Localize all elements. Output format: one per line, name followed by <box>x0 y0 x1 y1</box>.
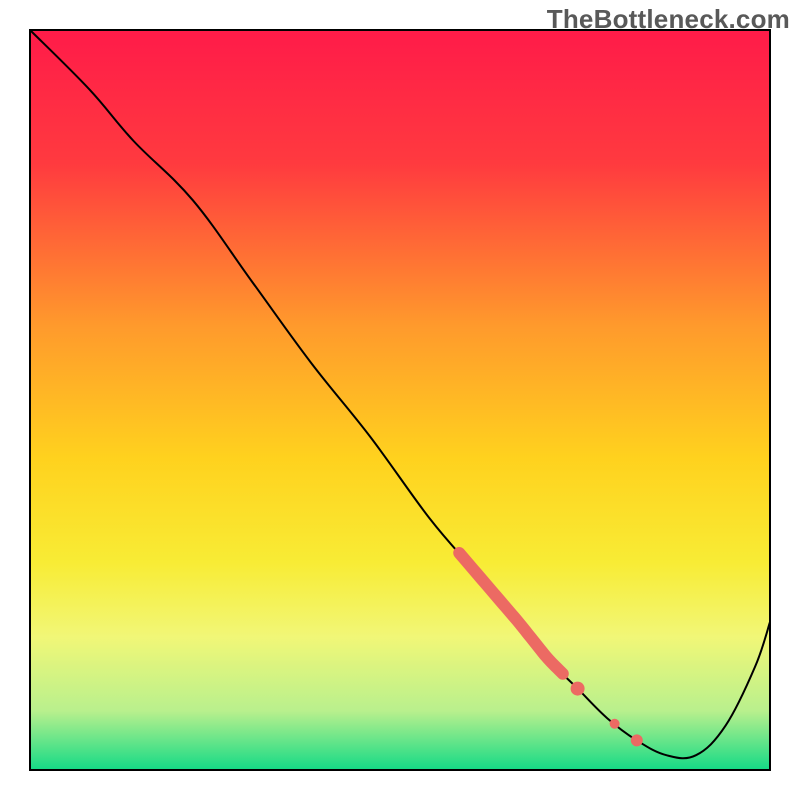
plot-area <box>30 30 770 770</box>
chart-background <box>0 0 800 800</box>
watermark-text: TheBottleneck.com <box>547 4 790 35</box>
chart-canvas: TheBottleneck.com <box>0 0 800 800</box>
